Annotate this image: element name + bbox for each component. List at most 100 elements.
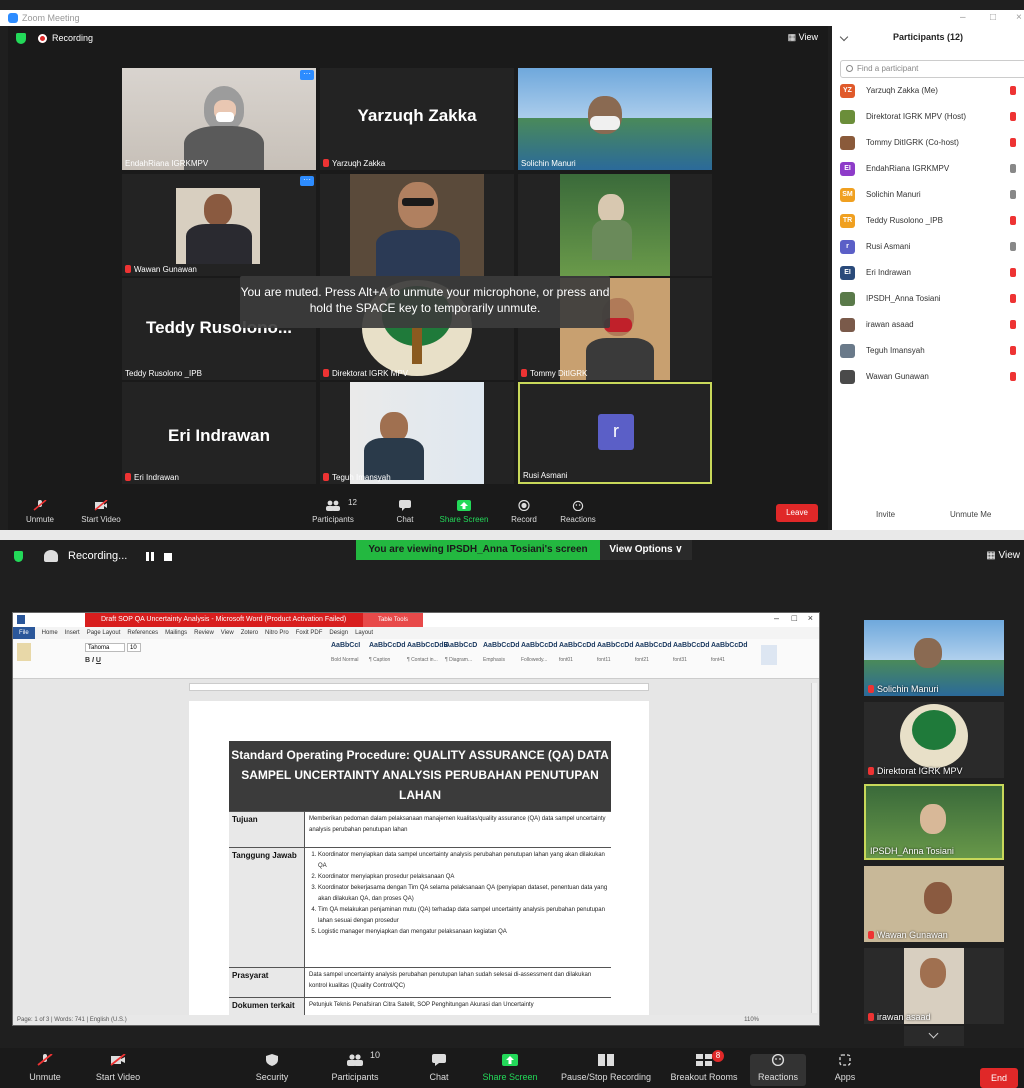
participant-row[interactable]: Direktorat IGRK MPV (Host) <box>840 108 1024 128</box>
ribbon-tab[interactable]: Mailings <box>165 630 187 636</box>
participant-row[interactable]: EI Eri Indrawan <box>840 264 1024 284</box>
font-name-select[interactable]: Tahoma <box>85 643 125 652</box>
more-options-icon[interactable]: ··· <box>300 176 314 186</box>
video-tile[interactable]: Teguh Imansyah <box>320 382 514 484</box>
more-options-icon[interactable]: ··· <box>300 70 314 80</box>
security-shield-icon[interactable] <box>16 33 26 44</box>
close-icon[interactable]: × <box>1016 10 1022 26</box>
muted-mic-icon <box>1010 320 1016 329</box>
row-label: Tanggung Jawab <box>229 848 305 967</box>
video-tile[interactable] <box>320 174 514 276</box>
ribbon-tab[interactable]: Foxit PDF <box>296 630 323 636</box>
ribbon-tab[interactable]: Design <box>329 630 348 636</box>
pause-stop-recording-button[interactable]: Pause/Stop Recording <box>556 1054 656 1082</box>
style-sample[interactable]: AaBbCcDd <box>635 642 672 649</box>
format-buttons[interactable]: B I U <box>85 657 101 664</box>
style-sample[interactable]: AaBbCcDd <box>597 642 634 649</box>
participant-row[interactable]: YZ Yarzuqh Zakka (Me) <box>840 82 1024 102</box>
start-video-button[interactable]: Start Video <box>90 1054 146 1082</box>
sop-table: Tujuan Memberikan pedoman dalam pelaksan… <box>229 811 611 1021</box>
ribbon-tab[interactable]: Zotero <box>241 630 258 636</box>
style-sample[interactable]: AaBbCcI <box>331 642 360 649</box>
video-tile[interactable]: ··· EndahRiana IGRKMPV <box>122 68 316 170</box>
record-button[interactable]: Record <box>506 500 542 524</box>
chat-button[interactable]: Chat <box>426 1054 452 1082</box>
leave-button[interactable]: Leave <box>776 504 818 522</box>
change-styles-icon[interactable] <box>761 645 777 665</box>
start-video-button[interactable]: Start Video <box>74 500 128 524</box>
apps-button[interactable]: Apps <box>830 1054 860 1082</box>
view-button[interactable]: ▦ View <box>788 32 818 43</box>
row-label: Prasyarat <box>229 968 305 997</box>
participant-search-input[interactable]: Find a participant <box>840 60 1024 78</box>
close-icon[interactable]: × <box>808 613 813 623</box>
participant-row[interactable]: EI EndahRiana IGRKMPV <box>840 160 1024 180</box>
style-sample[interactable]: AaBbCcD <box>445 642 477 649</box>
chat-button[interactable]: Chat <box>390 500 420 524</box>
stop-icon[interactable] <box>164 553 172 561</box>
participant-row[interactable]: IPSDH_Anna Tosiani <box>840 290 1024 310</box>
side-video-tile[interactable]: Direktorat IGRK MPV <box>864 702 1004 778</box>
ribbon-tab[interactable]: Insert <box>65 630 80 636</box>
share-screen-button[interactable]: Share Screen <box>436 500 492 524</box>
security-shield-icon[interactable] <box>14 551 23 562</box>
participant-row[interactable]: Wawan Gunawan <box>840 368 1024 388</box>
participant-row[interactable]: Tommy DitIGRK (Co-host) <box>840 134 1024 154</box>
end-button[interactable]: End <box>980 1068 1018 1088</box>
active-speaker-tile[interactable]: r Rusi Asmani <box>518 382 712 484</box>
breakout-rooms-button[interactable]: Breakout Rooms <box>668 1054 740 1082</box>
reactions-button[interactable]: Reactions <box>750 1054 806 1086</box>
view-options-button[interactable]: View Options ∨ <box>600 540 692 560</box>
unmute-button[interactable]: Unmute <box>18 500 62 524</box>
style-name: Bold Normal <box>331 657 359 663</box>
side-video-tile[interactable]: Wawan Gunawan <box>864 866 1004 942</box>
ribbon-tab[interactable]: File <box>13 627 35 639</box>
vertical-scrollbar[interactable] <box>811 683 817 1013</box>
ribbon-tab[interactable]: View <box>221 630 234 636</box>
video-tile[interactable]: Solichin Manuri <box>518 68 712 170</box>
participant-row[interactable]: Teguh Imansyah <box>840 342 1024 362</box>
scroll-down-button[interactable] <box>904 1026 964 1046</box>
ribbon-tab[interactable]: Nitro Pro <box>265 630 289 636</box>
side-video-tile[interactable]: Solichin Manuri <box>864 620 1004 696</box>
view-button[interactable]: ▦ View <box>986 550 1020 561</box>
unmute-button[interactable]: Unmute <box>24 1054 66 1082</box>
side-video-tile[interactable]: irawan asaad <box>864 948 1004 1024</box>
video-tile[interactable]: ··· Wawan Gunawan <box>122 174 316 276</box>
ribbon-tab[interactable]: Page Layout <box>87 630 121 636</box>
muted-mic-icon <box>868 685 874 693</box>
ribbon-tab[interactable]: Home <box>42 630 58 636</box>
style-sample[interactable]: AaBbCcDd <box>369 642 406 649</box>
share-screen-button[interactable]: Share Screen <box>482 1054 538 1082</box>
security-button[interactable]: Security <box>252 1054 292 1082</box>
chevron-down-icon <box>928 1028 939 1039</box>
style-sample[interactable]: AaBbCcDd <box>673 642 710 649</box>
video-tile[interactable]: Eri Indrawan Eri Indrawan <box>122 382 316 484</box>
unmute-me-button[interactable]: Unmute Me <box>950 510 991 519</box>
tile-name: irawan asaad <box>877 1012 931 1022</box>
active-speaker-tile[interactable]: IPSDH_Anna Tosiani <box>864 784 1004 860</box>
ribbon-tab[interactable]: Review <box>194 630 214 636</box>
style-sample[interactable]: AaBbCcDd <box>521 642 558 649</box>
style-sample[interactable]: AaBbCcDd <box>711 642 748 649</box>
video-tile[interactable]: Yarzuqh Zakka Yarzuqh Zakka <box>320 68 514 170</box>
video-tile[interactable] <box>518 174 712 276</box>
pause-icon[interactable] <box>146 552 154 561</box>
maximize-icon[interactable]: □ <box>990 10 996 26</box>
minimize-icon[interactable]: – <box>774 613 779 623</box>
participant-row[interactable]: r Rusi Asmani <box>840 238 1024 258</box>
paste-icon[interactable] <box>17 643 31 661</box>
reactions-button[interactable]: Reactions <box>556 500 600 524</box>
maximize-icon[interactable]: □ <box>792 613 797 623</box>
participant-row[interactable]: SM Solichin Manuri <box>840 186 1024 206</box>
participant-row[interactable]: irawan asaad <box>840 316 1024 336</box>
invite-button[interactable]: Invite <box>876 510 895 519</box>
minimize-icon[interactable]: – <box>960 10 966 26</box>
ribbon-tab[interactable]: References <box>127 630 158 636</box>
ribbon-tab[interactable]: Layout <box>355 630 373 636</box>
style-sample[interactable]: AaBbCcDd <box>559 642 596 649</box>
font-size-select[interactable]: 10 <box>127 643 141 652</box>
style-sample[interactable]: AaBbCcDd <box>483 642 520 649</box>
style-sample[interactable]: AaBbCcDdE <box>407 642 448 649</box>
participant-row[interactable]: TR Teddy Rusolono _IPB <box>840 212 1024 232</box>
